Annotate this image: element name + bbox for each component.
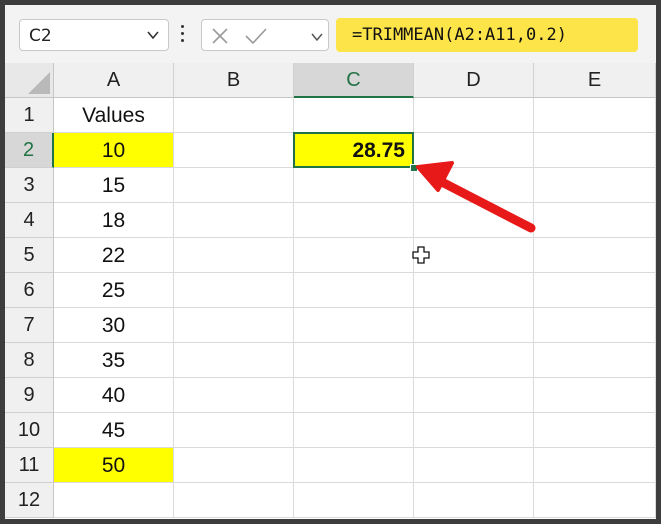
annotation-layer — [412, 161, 536, 264]
cursor-icon — [412, 246, 430, 264]
red-arrow-icon — [416, 161, 536, 233]
